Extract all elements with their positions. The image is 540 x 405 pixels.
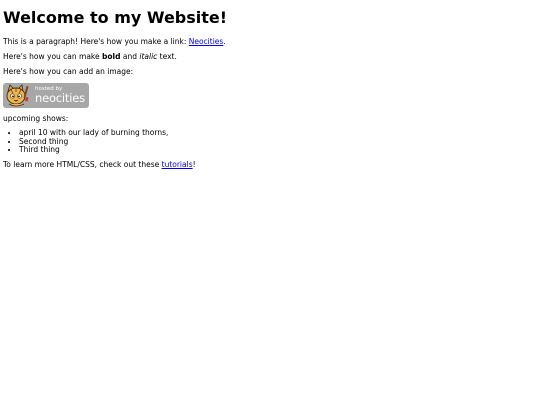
badge-text: hosted by neocities xyxy=(35,86,85,105)
format-after: text. xyxy=(157,52,177,61)
footer-paragraph: To learn more HTML/CSS, check out these … xyxy=(3,160,537,170)
shows-list: april 10 with our lady of burning thorns… xyxy=(3,128,537,155)
format-middle: and xyxy=(120,52,140,61)
badge-big-text: neocities xyxy=(35,90,85,105)
footer-after: ! xyxy=(192,159,196,169)
intro-paragraph: This is a paragraph! Here's how you make… xyxy=(3,37,537,47)
hosted-by-neocities-badge: hosted by neocities xyxy=(3,83,89,108)
italic-text: italic xyxy=(139,52,158,61)
format-before: Here's how you can make xyxy=(3,52,102,61)
tutorials-link[interactable]: tutorials xyxy=(162,160,193,169)
image-paragraph: Here's how you can add an image: xyxy=(3,67,134,76)
intro-after: . xyxy=(223,37,226,46)
footer-before: To learn more HTML/CSS, check out these xyxy=(3,159,162,169)
page-title: Welcome to my Website! xyxy=(3,8,228,27)
intro-text: This is a paragraph! Here's how you make… xyxy=(3,37,189,46)
list-item: april 10 with our lady of burning thorns… xyxy=(19,128,537,138)
list-title: upcoming shows: xyxy=(3,114,69,123)
neocities-link[interactable]: Neocities xyxy=(189,37,224,46)
list-item: Second thing xyxy=(19,137,537,147)
page: Welcome to my Website! This is a paragra… xyxy=(0,0,540,405)
neocities-cat-icon xyxy=(6,84,29,107)
format-paragraph: Here's how you can make bold and italic … xyxy=(3,52,537,62)
bold-text: bold xyxy=(102,52,121,61)
list-item: Third thing xyxy=(19,145,537,155)
